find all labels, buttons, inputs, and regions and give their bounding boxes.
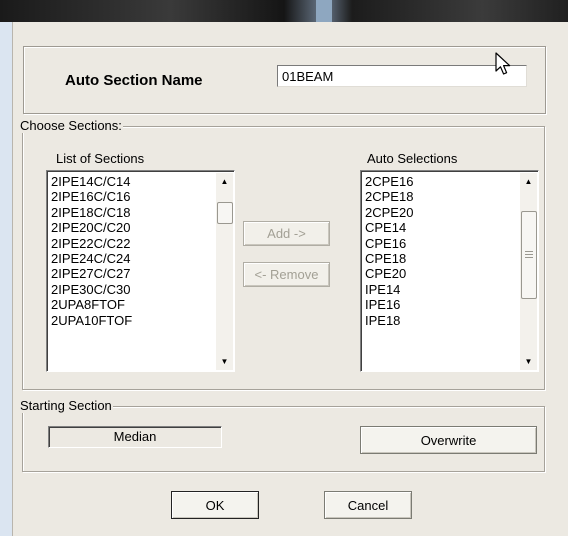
list-item[interactable]: 2IPE14C/C14 xyxy=(51,174,132,189)
scroll-up-arrow-icon[interactable]: ▲ xyxy=(216,173,233,190)
list-item[interactable]: CPE20 xyxy=(365,266,413,281)
scroll-down-arrow-icon[interactable]: ▼ xyxy=(216,353,233,370)
list-of-sections-listbox[interactable]: 2IPE14C/C14 2IPE16C/C16 2IPE18C/C18 2IPE20C… xyxy=(46,170,235,372)
list-item[interactable]: IPE18 xyxy=(365,313,413,328)
auto-selections-items: 2CPE16 2CPE18 2CPE20 CPE14 CPE16 CPE18 CPE20 IP… xyxy=(365,174,413,328)
list-item[interactable]: 2UPA10FTOF xyxy=(51,313,132,328)
starting-section-legend: Starting Section xyxy=(19,398,113,413)
list-item[interactable]: 2IPE20C/C20 xyxy=(51,220,132,235)
title-bar-highlight xyxy=(316,0,332,22)
title-bar xyxy=(0,0,568,22)
cancel-button[interactable]: Cancel xyxy=(324,491,412,519)
list-item[interactable]: 2IPE27C/C27 xyxy=(51,266,132,281)
remove-button[interactable]: <- Remove xyxy=(243,262,330,287)
list-item[interactable]: 2IPE30C/C30 xyxy=(51,282,132,297)
mouse-pointer-icon xyxy=(495,52,511,75)
auto-selections-caption: Auto Selections xyxy=(367,151,458,166)
starting-section-value: Median xyxy=(48,426,222,448)
scrollbar-thumb[interactable] xyxy=(217,202,233,224)
list-item[interactable]: 2IPE22C/C22 xyxy=(51,236,132,251)
overwrite-button[interactable]: Overwrite xyxy=(360,426,537,454)
list-item[interactable]: IPE14 xyxy=(365,282,413,297)
list-item[interactable]: CPE16 xyxy=(365,236,413,251)
list-item[interactable]: CPE14 xyxy=(365,220,413,235)
list-item[interactable]: 2CPE18 xyxy=(365,189,413,204)
auto-selections-listbox[interactable]: 2CPE16 2CPE18 2CPE20 CPE14 CPE16 CPE18 CPE20 IP… xyxy=(360,170,539,372)
scroll-down-arrow-icon[interactable]: ▼ xyxy=(520,353,537,370)
list-item[interactable]: 2CPE20 xyxy=(365,205,413,220)
list-item[interactable]: 2UPA8FTOF xyxy=(51,297,132,312)
choose-sections-legend: Choose Sections: xyxy=(19,118,123,133)
list-item[interactable]: 2IPE24C/C24 xyxy=(51,251,132,266)
auto-section-dialog: Auto Section Name Choose Sections: List … xyxy=(12,22,568,536)
list-item[interactable]: 2CPE16 xyxy=(365,174,413,189)
scroll-up-arrow-icon[interactable]: ▲ xyxy=(520,173,537,190)
scrollbar-grip-icon xyxy=(525,251,533,258)
ok-button[interactable]: OK xyxy=(171,491,259,519)
list-of-sections-items: 2IPE14C/C14 2IPE16C/C16 2IPE18C/C18 2IPE20C… xyxy=(51,174,132,328)
list-item[interactable]: CPE18 xyxy=(365,251,413,266)
section-name-label: Auto Section Name xyxy=(65,72,203,89)
list-of-sections-caption: List of Sections xyxy=(56,151,145,166)
list-item[interactable]: 2IPE16C/C16 xyxy=(51,189,132,204)
list-of-sections-scrollbar[interactable]: ▲ ▼ xyxy=(216,173,233,370)
add-button[interactable]: Add -> xyxy=(243,221,330,246)
list-item[interactable]: 2IPE18C/C18 xyxy=(51,205,132,220)
list-item[interactable]: IPE16 xyxy=(365,297,413,312)
section-name-input[interactable] xyxy=(277,65,527,87)
auto-selections-scrollbar[interactable]: ▲ ▼ xyxy=(520,173,537,370)
scrollbar-thumb[interactable] xyxy=(521,211,537,299)
